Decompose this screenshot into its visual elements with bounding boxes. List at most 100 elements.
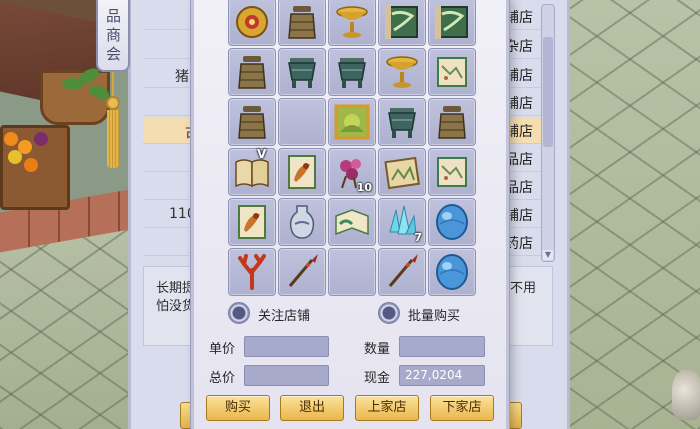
bulk-buy-label: 批量购买 xyxy=(408,309,461,324)
shop-row-suffix: 铺店 xyxy=(505,96,533,112)
tassel-knot xyxy=(106,96,120,110)
item-badge: V xyxy=(257,147,267,161)
cash-label: 现金 xyxy=(364,371,391,386)
item-slot[interactable] xyxy=(428,248,476,296)
open-scroll-icon xyxy=(335,209,369,236)
description-text: 怕没货 xyxy=(156,299,196,314)
quantity-label: 数量 xyxy=(364,342,391,357)
shop-row-suffix: 铺店 xyxy=(505,208,533,224)
shop-row-suffix: 药店 xyxy=(505,236,533,252)
item-slot[interactable] xyxy=(378,148,426,196)
shop-sign: 品商会 xyxy=(96,0,130,72)
item-slot[interactable] xyxy=(278,198,326,246)
orange-fruit xyxy=(24,158,38,172)
follow-shop-radio[interactable] xyxy=(228,302,250,324)
red-coral-icon xyxy=(238,254,266,290)
beast-painting-icon xyxy=(238,205,266,239)
item-slot[interactable] xyxy=(328,0,376,46)
item-slot[interactable] xyxy=(378,0,426,46)
item-count: 10 xyxy=(356,181,372,194)
item-slot[interactable] xyxy=(278,148,326,196)
item-slot[interactable] xyxy=(328,98,376,146)
item-slot[interactable] xyxy=(228,98,276,146)
spear-icon xyxy=(288,254,318,287)
spear-icon xyxy=(388,254,418,287)
item-slot[interactable] xyxy=(378,98,426,146)
total-price-field xyxy=(244,365,329,386)
green-scroll-map-icon xyxy=(385,5,418,39)
item-slot[interactable] xyxy=(228,248,276,296)
map-scroll-icon xyxy=(437,57,467,87)
item-slot[interactable]: 7 xyxy=(378,198,426,246)
empty-item-slot[interactable] xyxy=(328,248,376,296)
ornate-gold-mask-icon xyxy=(236,6,268,38)
porcelain-vase-icon xyxy=(289,205,315,239)
beast-painting-icon xyxy=(288,155,316,189)
item-slot[interactable] xyxy=(228,48,276,96)
scrollbar-thumb[interactable] xyxy=(543,37,553,147)
golden-chalice-icon xyxy=(336,6,368,38)
item-slot[interactable]: V xyxy=(228,147,276,196)
shop-row-suffix: 品店 xyxy=(505,180,533,196)
item-slot[interactable] xyxy=(278,48,326,96)
floor-tiles-right xyxy=(560,0,700,429)
shop-row-suffix: 杂店 xyxy=(505,39,533,55)
green-scroll-map-icon xyxy=(435,5,468,39)
bronze-bell-icon xyxy=(238,106,266,139)
empty-item-slot[interactable] xyxy=(278,98,326,146)
bulk-buy-radio[interactable] xyxy=(378,302,400,324)
scroll-down-arrow-icon[interactable]: ▼ xyxy=(543,250,553,260)
blue-egg-icon xyxy=(436,204,468,240)
jade-tripod-cauldron-icon xyxy=(288,58,316,88)
item-slot[interactable] xyxy=(428,0,476,46)
item-slot[interactable]: 10 xyxy=(328,148,376,196)
item-count: 7 xyxy=(414,231,422,244)
item-slot[interactable] xyxy=(378,248,426,296)
shop-row-suffix: 铺店 xyxy=(505,124,533,140)
bronze-bell-icon xyxy=(238,56,266,89)
shop-row-name: 猪 xyxy=(175,69,189,85)
item-slot[interactable] xyxy=(278,248,326,296)
quantity-input[interactable] xyxy=(399,336,485,357)
item-slot[interactable] xyxy=(278,0,326,46)
item-slot[interactable] xyxy=(328,198,376,246)
item-slot[interactable] xyxy=(428,48,476,96)
lemon-fruit xyxy=(8,150,22,164)
golden-chalice-icon xyxy=(386,56,418,88)
item-slot[interactable] xyxy=(228,0,276,46)
shop-row-suffix: 铺店 xyxy=(505,10,533,26)
cash-field: 227,0204 xyxy=(399,365,485,386)
bronze-bell-icon xyxy=(288,6,316,39)
shop-row-suffix: 铺店 xyxy=(505,68,533,84)
shop-list-scrollbar[interactable]: ▼ xyxy=(541,4,555,262)
exit-button[interactable]: 退出 xyxy=(280,395,344,421)
item-slot[interactable] xyxy=(328,48,376,96)
item-grid: V 10 7 xyxy=(228,0,484,298)
tassel-fringe xyxy=(107,110,119,168)
follow-shop-label: 关注店铺 xyxy=(258,309,311,324)
jade-tripod-cauldron-icon xyxy=(388,108,416,138)
unit-price-label: 单价 xyxy=(209,342,236,357)
item-slot[interactable] xyxy=(428,198,476,246)
next-shop-button[interactable]: 下家店 xyxy=(430,395,494,421)
total-price-label: 总价 xyxy=(209,371,236,386)
unit-price-field xyxy=(244,336,329,357)
shop-purchase-dialog: V 10 7 关注店铺 批量购买 单价 数量 总价 现金 227,0204 购买 退… xyxy=(191,0,509,429)
blue-egg-icon xyxy=(436,254,468,290)
bronze-bell-icon xyxy=(438,106,466,139)
orange-fruit xyxy=(4,132,18,146)
landscape-scroll-icon xyxy=(384,156,420,190)
description-text: 长期提 xyxy=(156,281,196,296)
item-slot[interactable] xyxy=(428,98,476,146)
map-scroll-icon xyxy=(437,157,467,187)
grape-fruit xyxy=(34,132,48,146)
shop-row-suffix: 品店 xyxy=(505,152,533,168)
vase-decoration xyxy=(672,370,700,420)
jade-tripod-cauldron-icon xyxy=(338,58,366,88)
green-painting-icon xyxy=(334,104,370,140)
item-slot[interactable] xyxy=(378,48,426,96)
prev-shop-button[interactable]: 上家店 xyxy=(355,395,419,421)
item-slot[interactable] xyxy=(428,148,476,196)
item-slot[interactable] xyxy=(228,198,276,246)
buy-button[interactable]: 购买 xyxy=(206,395,270,421)
